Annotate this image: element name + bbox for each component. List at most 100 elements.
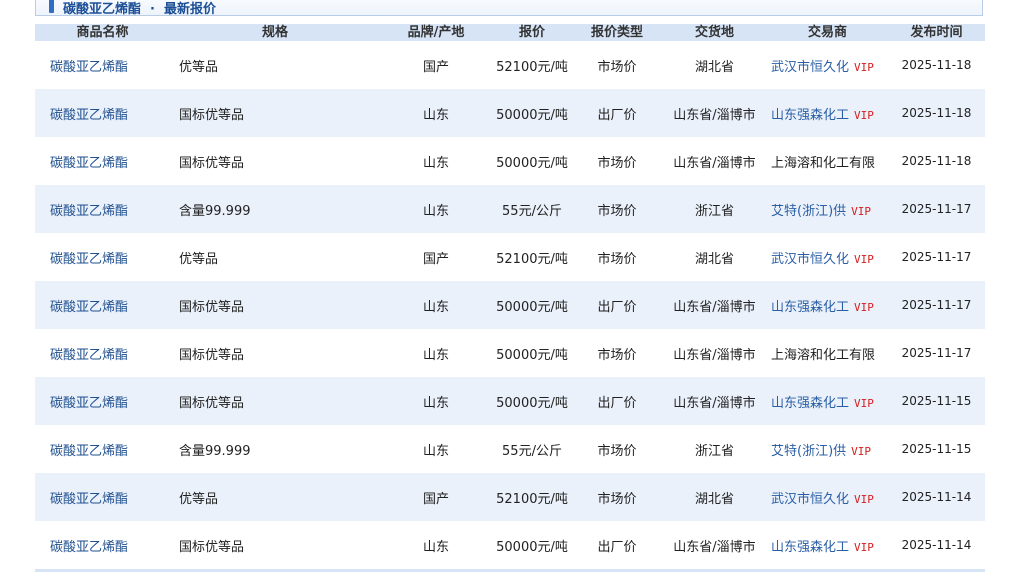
product-name-link[interactable]: 碳酸亚乙烯酯 [35,425,170,473]
spec-cell: 优等品 [179,251,219,267]
header-brand-origin: 品牌/产地 [380,24,492,41]
trader-cell[interactable]: 山东强森化工 VIP [767,89,888,137]
spec-cell: 国标优等品 [179,155,245,171]
trader-cell[interactable]: 山东强森化工 VIP [767,521,888,569]
vip-badge: VIP [851,444,872,458]
table-row[interactable]: 碳酸亚乙烯酯 国标优等品 山东 50000元/吨 市场价 山东省/淄博市 上海溶和化工有限 2… [35,329,985,377]
title-separator: · [150,2,155,17]
brand-cell: 山东 [422,443,449,459]
delivery-cell: 山东省/淄博市 [662,281,767,329]
product-name-link[interactable]: 碳酸亚乙烯酯 [35,185,170,233]
price-cell: 52100元/吨 [496,251,568,267]
trader-name: 上海溶和化工有限 [771,347,876,363]
product-name-link[interactable]: 碳酸亚乙烯酯 [35,377,170,425]
product-name-link[interactable]: 碳酸亚乙烯酯 [35,281,170,329]
trader-name: 上海溶和化工有限 [771,155,876,171]
table-row[interactable]: 碳酸亚乙烯酯 国标优等品 山东 50000元/吨 市场价 山东省/淄博市 上海溶和化工有限 2… [35,137,985,185]
header-price: 报价 [492,24,572,41]
date-cell: 2025-11-14 [888,473,985,521]
panel-title-bar: 碳酸亚乙烯酯 · 最新报价 [35,0,983,17]
product-name-link[interactable]: 碳酸亚乙烯酯 [35,233,170,281]
table-row[interactable]: 碳酸亚乙烯酯 国标优等品 山东 50000元/吨 出厂价 山东省/淄博市 山东强森化工 VIP… [35,89,985,137]
delivery-cell: 湖北省 [694,59,734,75]
trader-link[interactable]: 艾特(浙江)供 [771,444,846,459]
price-cell: 50000元/吨 [492,281,572,329]
date-cell: 2025-11-18 [901,154,972,168]
table-header-row: 商品名称 规格 品牌/产地 报价 报价类型 交货地 交易商 发布时间 [35,24,985,41]
table-row[interactable]: 碳酸亚乙烯酯 优等品 国产 52100元/吨 市场价 湖北省 武汉市恒久化 VIP 2025-1… [35,41,985,89]
table-row[interactable]: 碳酸亚乙烯酯 国标优等品 山东 50000元/吨 出厂价 山东省/淄博市 山东强森化工 VIP… [35,281,985,329]
header-product-name: 商品名称 [35,24,170,41]
vip-badge: VIP [854,396,874,410]
spec-cell: 优等品 [170,473,380,521]
price-type-cell: 出厂价 [597,539,637,555]
date-cell: 2025-11-14 [901,538,972,552]
header-price-type: 报价类型 [572,24,662,41]
date-cell: 2025-11-17 [901,250,972,264]
vip-badge: VIP [854,108,874,122]
price-table: 商品名称 规格 品牌/产地 报价 报价类型 交货地 交易商 发布时间 碳酸亚乙烯… [35,24,985,569]
vip-badge: VIP [854,540,874,554]
product-name-link[interactable]: 碳酸亚乙烯酯 [35,89,170,137]
product-name-link[interactable]: 碳酸亚乙烯酯 [35,137,170,185]
product-name-link[interactable]: 碳酸亚乙烯酯 [35,473,170,521]
table-row[interactable]: 碳酸亚乙烯酯 含量99.999 山东 55元/公斤 市场价 浙江省 艾特(浙江)供 VIP 20… [35,425,985,473]
spec-cell: 国标优等品 [170,281,380,329]
trader-cell[interactable]: 艾特(浙江)供 VIP [767,425,888,473]
spec-cell: 国标优等品 [170,377,380,425]
trader-cell: 上海溶和化工有限 [767,137,888,185]
brand-cell: 国产 [380,473,492,521]
product-name-link[interactable]: 碳酸亚乙烯酯 [35,41,170,89]
trader-cell[interactable]: 山东强森化工 VIP [767,281,888,329]
header-trader: 交易商 [767,24,888,41]
trader-link[interactable]: 武汉市恒久化 [771,492,849,507]
price-type-cell: 市场价 [597,155,637,171]
brand-cell: 山东 [380,281,492,329]
trader-link[interactable]: 山东强森化工 [771,540,849,555]
table-row[interactable]: 碳酸亚乙烯酯 国标优等品 山东 50000元/吨 出厂价 山东省/淄博市 山东强森化工 VIP… [35,521,985,569]
price-cell: 55元/公斤 [492,185,572,233]
trader-link[interactable]: 艾特(浙江)供 [771,204,846,219]
trader-cell: 上海溶和化工有限 [767,329,888,377]
spec-cell: 含量99.999 [179,443,251,459]
price-cell: 55元/公斤 [502,443,562,459]
trader-link[interactable]: 山东强森化工 [771,300,849,315]
trader-link[interactable]: 武汉市恒久化 [771,60,849,75]
spec-cell: 优等品 [179,59,219,75]
brand-cell: 山东 [422,155,449,171]
price-type-cell: 市场价 [597,59,637,75]
trader-cell[interactable]: 山东强森化工 VIP [767,377,888,425]
trader-link[interactable]: 武汉市恒久化 [771,252,849,267]
table-row[interactable]: 碳酸亚乙烯酯 优等品 国产 52100元/吨 市场价 湖北省 武汉市恒久化 VIP 2025-1… [35,473,985,521]
brand-cell: 山东 [422,347,449,363]
delivery-cell: 山东省/淄博市 [673,155,756,171]
date-cell: 2025-11-15 [901,442,972,456]
trader-cell[interactable]: 武汉市恒久化 VIP [767,41,888,89]
brand-cell: 山东 [422,539,449,555]
price-type-cell: 出厂价 [572,377,662,425]
trader-cell[interactable]: 武汉市恒久化 VIP [767,473,888,521]
spec-cell: 国标优等品 [179,347,245,363]
trader-link[interactable]: 山东强森化工 [771,396,849,411]
brand-cell: 国产 [422,59,449,75]
spec-cell: 含量99.999 [170,185,380,233]
price-cell: 50000元/吨 [492,89,572,137]
trader-link[interactable]: 山东强森化工 [771,108,849,123]
price-cell: 50000元/吨 [492,377,572,425]
date-cell: 2025-11-18 [901,58,972,72]
table-row[interactable]: 碳酸亚乙烯酯 国标优等品 山东 50000元/吨 出厂价 山东省/淄博市 山东强森化工 VIP… [35,377,985,425]
delivery-cell: 湖北省 [694,251,734,267]
price-type-cell: 市场价 [572,185,662,233]
table-row[interactable]: 碳酸亚乙烯酯 优等品 国产 52100元/吨 市场价 湖北省 武汉市恒久化 VIP 2025-1… [35,233,985,281]
price-cell: 50000元/吨 [496,347,568,363]
trader-cell[interactable]: 艾特(浙江)供 VIP [767,185,888,233]
product-name-link[interactable]: 碳酸亚乙烯酯 [35,521,170,569]
product-name-link[interactable]: 碳酸亚乙烯酯 [35,329,170,377]
table-row[interactable]: 碳酸亚乙烯酯 含量99.999 山东 55元/公斤 市场价 浙江省 艾特(浙江)供 VIP 20… [35,185,985,233]
header-date: 发布时间 [888,24,985,41]
trader-cell[interactable]: 武汉市恒久化 VIP [767,233,888,281]
delivery-cell: 浙江省 [694,443,734,459]
brand-cell: 国产 [422,251,449,267]
brand-cell: 山东 [380,377,492,425]
vip-badge: VIP [854,492,874,506]
